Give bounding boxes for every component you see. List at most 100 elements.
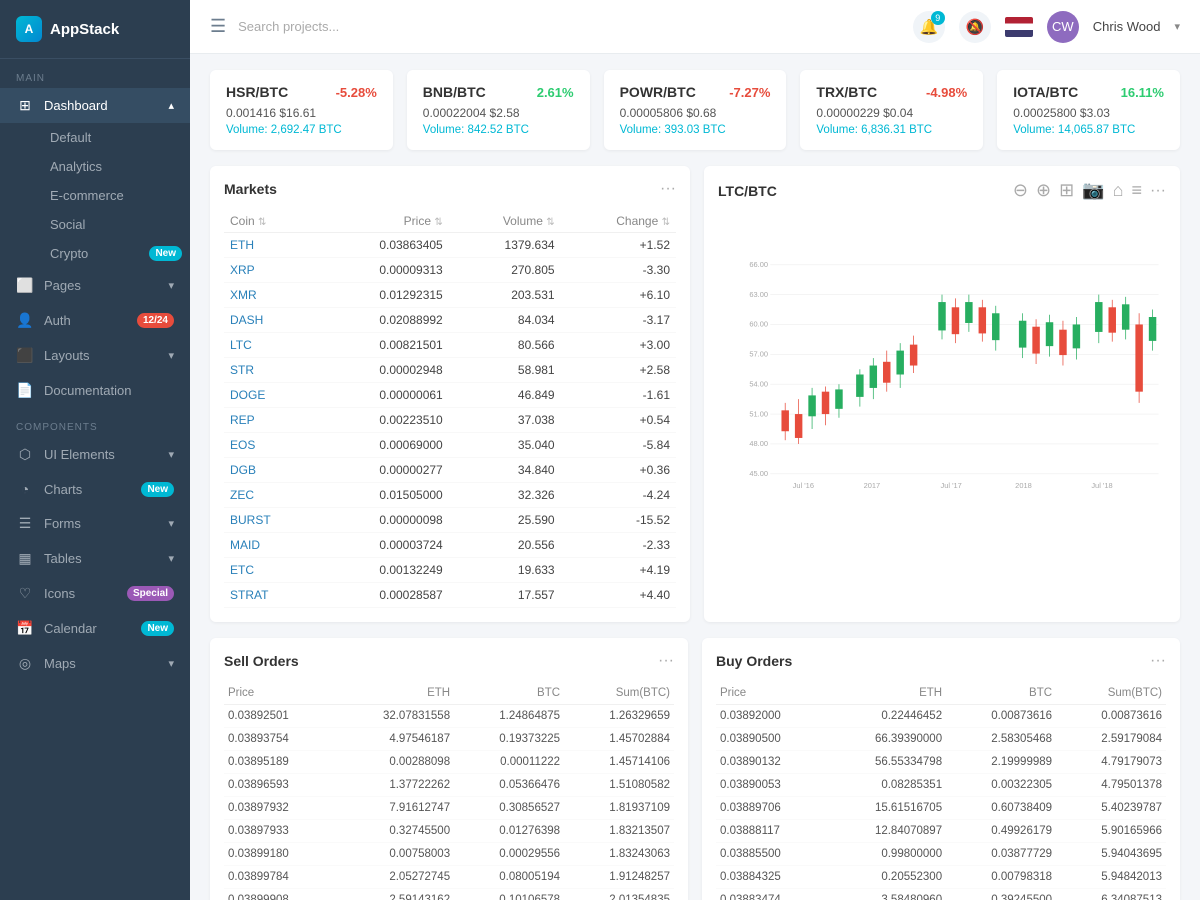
- candlestick-chart: 66.00 63.00 60.00 57.00 54.00 51.00 48.0…: [718, 213, 1166, 533]
- chart-more-button[interactable]: ···: [1150, 182, 1166, 200]
- sidebar-item-ecommerce[interactable]: E-commerce: [42, 181, 190, 210]
- change-cell: -2.33: [561, 533, 676, 558]
- order-cell: 6.34087513: [1056, 889, 1166, 900]
- sort-icon[interactable]: ⇅: [434, 217, 442, 228]
- sidebar-item-charts[interactable]: ◔ Charts New: [0, 472, 190, 506]
- sidebar-item-auth[interactable]: 👤 Auth 12/24: [0, 303, 190, 338]
- order-cell: 1.51080582: [564, 774, 674, 797]
- language-flag[interactable]: [1005, 17, 1033, 37]
- sell-orders-more[interactable]: ···: [658, 652, 674, 670]
- zoom-out-icon[interactable]: ⊖: [1013, 180, 1028, 201]
- sidebar-item-icons[interactable]: ♡ Icons Special: [0, 576, 190, 611]
- camera-icon[interactable]: 📷: [1082, 180, 1104, 201]
- sidebar-item-layouts[interactable]: ⬛ Layouts: [0, 338, 190, 373]
- table-row: 0.038991800.007580030.000295561.83243063: [224, 843, 674, 866]
- sidebar-item-analytics[interactable]: Analytics: [42, 152, 190, 181]
- home-icon[interactable]: ⌂: [1113, 180, 1124, 201]
- order-cell: 2.59143162: [334, 889, 454, 900]
- order-cell: 0.03883474: [716, 889, 826, 900]
- volume-cell: 19.633: [449, 558, 561, 583]
- coin-cell: EOS: [224, 433, 316, 458]
- ticker-card: BNB/BTC 2.61% 0.00022004 $2.58 Volume: 8…: [407, 70, 590, 150]
- order-cell: 1.45702884: [564, 728, 674, 751]
- order-cell: 0.32745500: [334, 820, 454, 843]
- price-cell: 0.00132249: [316, 558, 448, 583]
- price-cell: 0.01505000: [316, 483, 448, 508]
- table-row: STRAT 0.00028587 17.557 +4.40: [224, 583, 676, 608]
- sidebar-item-maps[interactable]: ◎ Maps: [0, 646, 190, 681]
- change-cell: +4.40: [561, 583, 676, 608]
- sidebar-item-documentation[interactable]: 📄 Documentation: [0, 373, 190, 408]
- user-name[interactable]: Chris Wood: [1093, 19, 1161, 34]
- col-volume: Volume ⇅: [449, 210, 561, 233]
- sidebar-item-default[interactable]: Default: [42, 123, 190, 152]
- markets-more-button[interactable]: ···: [660, 180, 676, 198]
- coin-cell: REP: [224, 408, 316, 433]
- zoom-in-icon[interactable]: ⊕: [1036, 180, 1051, 201]
- order-cell: 5.90165966: [1056, 820, 1166, 843]
- sidebar-item-social[interactable]: Social: [42, 210, 190, 239]
- table-row: 0.038900530.082853510.003223054.79501378: [716, 774, 1166, 797]
- sidebar-item-crypto[interactable]: Crypto New: [42, 239, 190, 268]
- sort-icon[interactable]: ⇅: [662, 217, 670, 228]
- table-row: DASH 0.02088992 84.034 -3.17: [224, 308, 676, 333]
- order-cell: 1.26329659: [564, 705, 674, 728]
- table-row: MAID 0.00003724 20.556 -2.33: [224, 533, 676, 558]
- table-row: 0.038834743.584809600.392455006.34087513: [716, 889, 1166, 900]
- order-cell: 0.00873616: [946, 705, 1056, 728]
- order-cell: 5.94043695: [1056, 843, 1166, 866]
- sort-icon[interactable]: ⇅: [546, 217, 554, 228]
- sort-icon[interactable]: ⇅: [258, 217, 266, 228]
- user-menu-arrow[interactable]: ▾: [1174, 20, 1180, 33]
- order-cell: 0.03893754: [224, 728, 334, 751]
- sidebar-item-label: Tables: [44, 551, 82, 566]
- search-input[interactable]: [238, 19, 458, 34]
- order-cell: 0.03885500: [716, 843, 826, 866]
- app-logo: A AppStack: [0, 0, 190, 59]
- order-cell: 0.00873616: [1056, 705, 1166, 728]
- ticker-values: 0.00005806 $0.68: [620, 106, 771, 120]
- buy-orders-title: Buy Orders: [716, 653, 792, 669]
- docs-icon: 📄: [16, 382, 34, 399]
- notifications-button[interactable]: 🔔 9: [913, 11, 945, 43]
- table-row: STR 0.00002948 58.981 +2.58: [224, 358, 676, 383]
- crosshair-icon[interactable]: ⊞: [1059, 180, 1074, 201]
- calendar-badge: New: [141, 621, 174, 636]
- sidebar-item-dashboard[interactable]: ⊞ Dashboard: [0, 88, 190, 123]
- volume-cell: 203.531: [449, 283, 561, 308]
- order-cell: 0.10106578: [454, 889, 564, 900]
- sidebar-item-ui-elements[interactable]: ⬡ UI Elements: [0, 437, 190, 472]
- change-cell: +1.52: [561, 233, 676, 258]
- chart-pair: LTC/BTC: [718, 183, 777, 199]
- coin-cell: DGB: [224, 458, 316, 483]
- order-cell: 0.99800000: [826, 843, 946, 866]
- buy-orders-more[interactable]: ···: [1150, 652, 1166, 670]
- maps-icon: ◎: [16, 655, 34, 672]
- svg-text:45.00: 45.00: [749, 469, 768, 478]
- buy-orders-table: Price ETH BTC Sum(BTC) 0.038920000.22446…: [716, 682, 1166, 900]
- table-row: 0.038937544.975461870.193732251.45702884: [224, 728, 674, 751]
- table-row: 0.038999082.591431620.101065782.01354835: [224, 889, 674, 900]
- order-cell: 0.03899908: [224, 889, 334, 900]
- order-cell: 0.30856527: [454, 797, 564, 820]
- svg-text:2018: 2018: [1015, 481, 1032, 490]
- mute-button[interactable]: 🔕: [959, 11, 991, 43]
- order-cell: 0.00322305: [946, 774, 1056, 797]
- order-cell: 0.49926179: [946, 820, 1056, 843]
- markets-title: Markets: [224, 181, 277, 197]
- sidebar-item-calendar[interactable]: 📅 Calendar New: [0, 611, 190, 646]
- sidebar-item-pages[interactable]: ⬜ Pages: [0, 268, 190, 303]
- crypto-badge: New: [149, 246, 182, 261]
- chart-panel: LTC/BTC ⊖ ⊕ ⊞ 📷 ⌂ ≡ ···: [704, 166, 1180, 622]
- ticker-card: POWR/BTC -7.27% 0.00005806 $0.68 Volume:…: [604, 70, 787, 150]
- order-cell: 1.83213507: [564, 820, 674, 843]
- sidebar-item-label: Documentation: [44, 383, 131, 398]
- menu-toggle[interactable]: ☰: [210, 16, 226, 37]
- col-price: Price ⇅: [316, 210, 448, 233]
- coin-cell: ZEC: [224, 483, 316, 508]
- menu-icon[interactable]: ≡: [1132, 180, 1143, 201]
- order-cell: 1.37722262: [334, 774, 454, 797]
- sidebar-item-tables[interactable]: ▦ Tables: [0, 541, 190, 576]
- topbar: ☰ 🔔 9 🔕 CW Chris Wood ▾: [190, 0, 1200, 54]
- sidebar-item-forms[interactable]: ☰ Forms: [0, 506, 190, 541]
